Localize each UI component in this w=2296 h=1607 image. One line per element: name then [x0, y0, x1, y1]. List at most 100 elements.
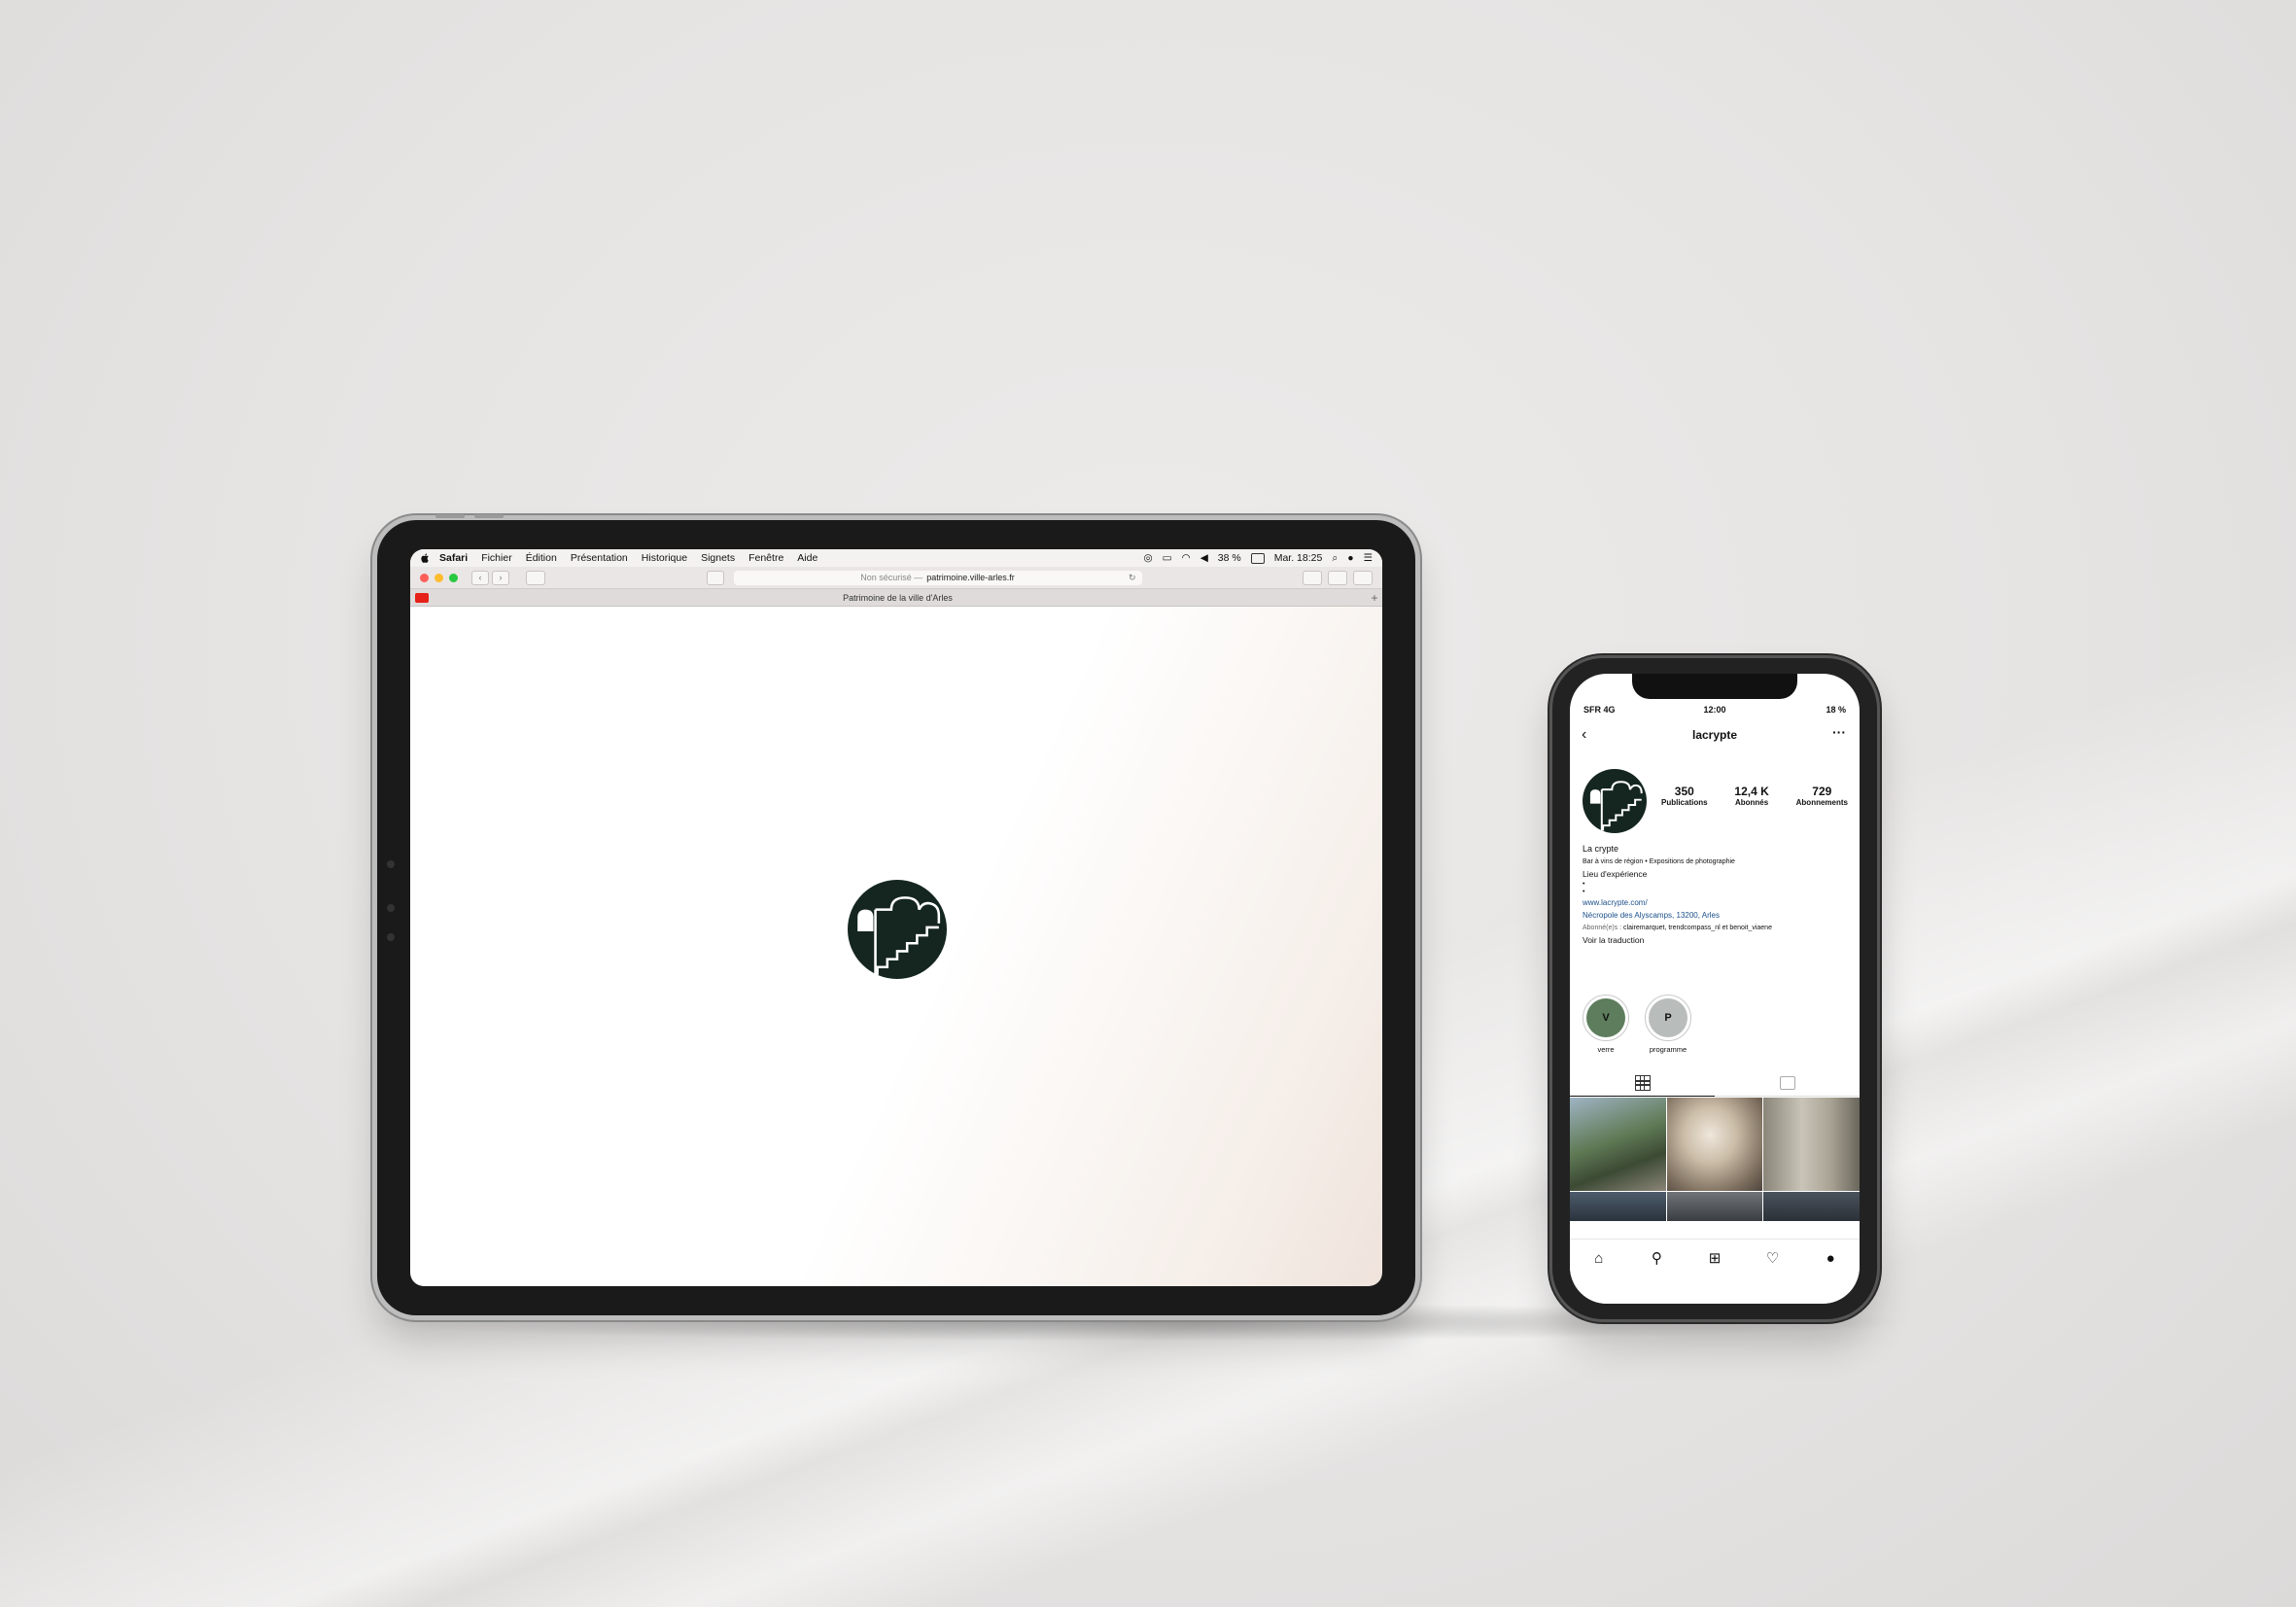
menu-signets[interactable]: Signets: [701, 552, 735, 564]
profile-header: ‹ lacrypte ···: [1570, 724, 1860, 748]
forward-button[interactable]: ›: [492, 570, 509, 585]
sidebar-toggle-button[interactable]: [526, 570, 545, 585]
grid-icon: [1634, 1075, 1651, 1091]
tab-bar: Patrimoine de la ville d'Arles +: [410, 589, 1382, 607]
tab-tagged[interactable]: [1715, 1070, 1860, 1096]
battery-percent: 38 %: [1217, 552, 1241, 564]
bio-name: La crypte: [1583, 844, 1619, 854]
profile-avatar[interactable]: [1583, 769, 1647, 833]
bio-line: Lieu d'expérience: [1583, 869, 1648, 879]
volume-button: [435, 514, 465, 518]
more-options-icon[interactable]: ···: [1832, 724, 1846, 740]
address-area: Non sécurisé — patrimoine.ville-arles.fr…: [706, 570, 1142, 585]
photo-post[interactable]: [1570, 1192, 1666, 1221]
highlight-ring: P: [1645, 995, 1691, 1041]
menu-edition[interactable]: Édition: [526, 552, 557, 564]
privacy-report-icon[interactable]: [706, 570, 724, 585]
spotlight-icon[interactable]: ⌕: [1332, 552, 1338, 565]
menubar-clock[interactable]: Mar. 18:25: [1274, 552, 1323, 564]
close-window-button[interactable]: [420, 573, 429, 582]
safari-toolbar: ‹ › Non sécurisé — patrimoine.ville-arle…: [410, 567, 1382, 589]
highlight-cover: P: [1649, 998, 1687, 1037]
volume-button: [474, 514, 504, 518]
stat-label: Abonnés: [1734, 798, 1769, 807]
downloads-button[interactable]: [1303, 570, 1322, 585]
airplay-icon[interactable]: ▭: [1163, 552, 1172, 564]
battery-label: 18 %: [1826, 705, 1846, 715]
stat-publications[interactable]: 350 Publications: [1661, 785, 1708, 807]
ios-status-bar: SFR 4G 12:00 18 %: [1570, 705, 1860, 718]
share-button[interactable]: [1328, 570, 1347, 585]
toolbar-right: [1303, 570, 1373, 585]
heart-icon[interactable]: ♡: [1764, 1249, 1782, 1267]
bio-address-link[interactable]: Nécropole des Alyscamps, 13200, Arles: [1583, 909, 1850, 922]
stat-followers[interactable]: 12,4 K Abonnés: [1734, 785, 1768, 807]
menu-fenetre[interactable]: Fenêtre: [748, 552, 783, 564]
url-text: patrimoine.ville-arles.fr: [926, 573, 1015, 582]
stat-value: 350: [1674, 785, 1694, 798]
battery-icon[interactable]: [1250, 552, 1265, 564]
back-button[interactable]: ‹: [471, 570, 489, 585]
menu-presentation[interactable]: Présentation: [571, 552, 628, 564]
address-bar[interactable]: Non sécurisé — patrimoine.ville-arles.fr…: [733, 570, 1142, 585]
menu-historique[interactable]: Historique: [642, 552, 687, 564]
highlight-verre[interactable]: V verre: [1583, 995, 1629, 1054]
profile-stats: 350 Publications 12,4 K Abonnés 729 Abon…: [1661, 785, 1848, 807]
highlight-ring: V: [1583, 995, 1629, 1041]
highlight-cover: V: [1586, 998, 1625, 1037]
menu-safari[interactable]: Safari: [439, 552, 468, 564]
camera-dot: [387, 860, 395, 868]
highlight-programme[interactable]: P programme: [1645, 995, 1691, 1054]
new-post-icon[interactable]: ⊞: [1706, 1249, 1723, 1267]
clock-label: 12:00: [1703, 705, 1726, 715]
ipad-device: Safari Fichier Édition Présentation Hist…: [377, 514, 1415, 1315]
menubar-status: ◎ ▭ ◠ ◀ 38 % Mar. 18:25 ⌕ ● ☰: [1143, 552, 1373, 565]
siri-button-icon[interactable]: ●: [1347, 552, 1353, 564]
bottom-nav: ⌂ ⚲ ⊞ ♡ ●: [1570, 1239, 1860, 1304]
search-icon[interactable]: ⚲: [1648, 1249, 1665, 1267]
photo-grid: [1570, 1098, 1860, 1221]
home-icon[interactable]: ⌂: [1590, 1249, 1608, 1267]
iphone-screen: SFR 4G 12:00 18 % ‹ lacrypte ··· 350 Pub…: [1570, 674, 1860, 1304]
highlight-label: programme: [1649, 1045, 1687, 1054]
tagged-icon: [1779, 1076, 1795, 1090]
stat-value: 12,4 K: [1734, 785, 1769, 798]
stat-value: 729: [1812, 785, 1832, 798]
volume-icon[interactable]: ◀: [1200, 552, 1208, 564]
menu-fichier[interactable]: Fichier: [481, 552, 512, 564]
new-tab-button[interactable]: +: [1367, 591, 1382, 605]
wifi-icon[interactable]: ◠: [1182, 552, 1191, 564]
ipad-screen: Safari Fichier Édition Présentation Hist…: [410, 549, 1382, 1286]
insecure-label: Non sécurisé —: [860, 573, 923, 582]
minimize-window-button[interactable]: [435, 573, 443, 582]
photo-post[interactable]: [1763, 1098, 1860, 1191]
mac-menubar: Safari Fichier Édition Présentation Hist…: [410, 549, 1382, 567]
followed-by-prefix: Abonné(e)s :: [1583, 925, 1622, 931]
tab-grid[interactable]: [1570, 1070, 1715, 1097]
profile-bio: La crypte Bar à vins de région • Exposit…: [1583, 843, 1850, 947]
followed-by-names: clairemarquet, trendcompass_nl et benoit…: [1623, 925, 1772, 931]
photo-post[interactable]: [1666, 1098, 1763, 1191]
apple-icon[interactable]: [420, 553, 430, 563]
photo-post[interactable]: [1570, 1098, 1666, 1191]
menu-aide[interactable]: Aide: [797, 552, 818, 564]
stat-following[interactable]: 729 Abonnements: [1796, 785, 1848, 807]
tabs-overview-button[interactable]: [1353, 570, 1373, 585]
highlight-label: verre: [1597, 1045, 1615, 1054]
bio-website-link[interactable]: www.lacrypte.com/: [1583, 896, 1850, 909]
photo-post[interactable]: [1666, 1192, 1763, 1221]
profile-username: lacrypte: [1691, 728, 1738, 742]
window-controls: [420, 573, 458, 582]
bio-bullet: •: [1583, 889, 1585, 895]
see-translation-link[interactable]: Voir la traduction: [1583, 934, 1850, 947]
profile-icon[interactable]: ●: [1822, 1249, 1839, 1267]
reload-icon[interactable]: ↻: [1129, 573, 1136, 583]
youtube-favicon-icon[interactable]: [415, 592, 429, 603]
back-arrow-icon[interactable]: ‹: [1582, 726, 1586, 744]
notification-center-icon[interactable]: ☰: [1364, 552, 1373, 564]
tab-title[interactable]: Patrimoine de la ville d'Arles: [429, 593, 1367, 603]
zoom-window-button[interactable]: [449, 573, 458, 582]
followed-by[interactable]: Abonné(e)s : clairemarquet, trendcompass…: [1583, 922, 1850, 934]
siri-icon[interactable]: ◎: [1143, 552, 1152, 564]
photo-post[interactable]: [1763, 1192, 1860, 1221]
